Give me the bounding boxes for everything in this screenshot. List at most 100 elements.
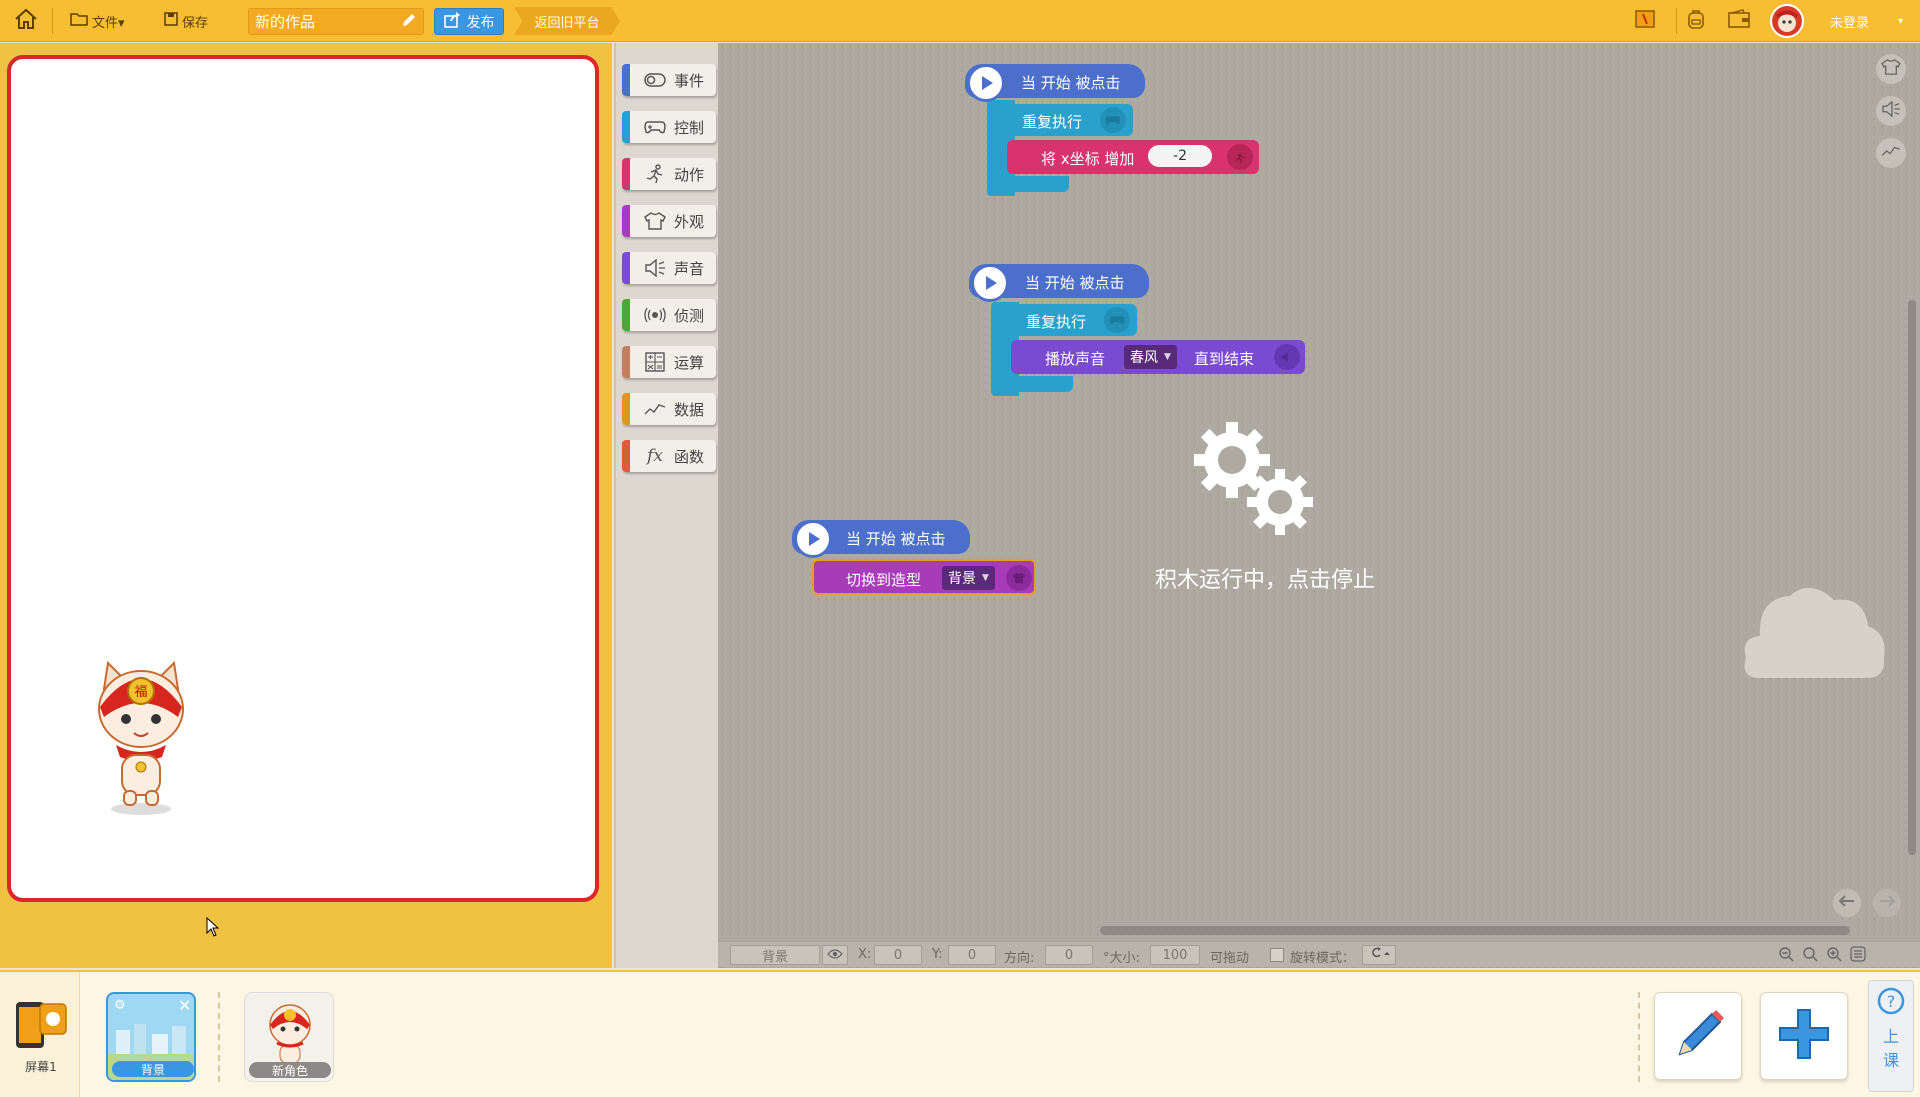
pencil-icon[interactable] xyxy=(401,12,417,32)
costume-dropdown[interactable]: 背景 ▼ xyxy=(942,566,995,590)
paint-new-sprite-button[interactable] xyxy=(1654,992,1742,1080)
data-tab-button[interactable] xyxy=(1876,138,1906,168)
loop-foot xyxy=(991,376,1073,392)
sensor-icon xyxy=(644,305,666,325)
lesson-button[interactable]: ? 上 课 xyxy=(1868,980,1914,1092)
close-icon[interactable]: ✕ xyxy=(178,996,191,1015)
sound-tab-button[interactable] xyxy=(1876,96,1906,126)
play-icon xyxy=(967,64,1005,102)
hat-label: 当 开始 被点击 xyxy=(1025,274,1125,292)
category-operators[interactable]: 运算 xyxy=(622,346,716,378)
redo-button[interactable] xyxy=(1872,888,1902,918)
file-menu[interactable]: 文件▾ xyxy=(70,0,125,42)
direction-input[interactable]: 0 xyxy=(1045,945,1093,965)
when-start-clicked-hat[interactable]: 当 开始 被点击 xyxy=(969,264,1149,302)
play-sound-until-done-block[interactable]: 播放声音 春风 ▼ 直到结束 xyxy=(1011,340,1305,374)
visibility-toggle[interactable] xyxy=(822,945,848,965)
search-icon xyxy=(1802,947,1818,966)
running-stop-message[interactable]: 积木运行中，点击停止 xyxy=(1140,562,1390,594)
zoom-reset-button[interactable] xyxy=(1802,946,1820,964)
backpack-icon xyxy=(1685,8,1707,34)
floppy-icon xyxy=(164,12,178,30)
block-category-palette: 事件 控制 动作 外观 声音 侦测 运算 数据 fx 函数 xyxy=(614,43,718,968)
zoom-in-button[interactable] xyxy=(1826,946,1844,964)
chevron-down-icon[interactable]: ▾ xyxy=(1898,0,1903,42)
sprite-name-field[interactable]: 背景 xyxy=(730,945,820,965)
category-motion[interactable]: 动作 xyxy=(622,158,716,190)
forever-loop-block[interactable]: 重复执行 xyxy=(987,104,1133,136)
home-button[interactable] xyxy=(8,0,44,42)
draggable-label: 可拖动 xyxy=(1210,951,1250,966)
wallet-button[interactable] xyxy=(1726,8,1752,34)
back-to-old-platform-button[interactable]: 返回旧平台 xyxy=(514,7,620,35)
project-title-input[interactable]: 新的作品 xyxy=(248,8,424,35)
direction-label: 方向: xyxy=(1004,951,1035,966)
chevron-down-icon: ▼ xyxy=(982,573,989,583)
sprite-properties-bar: 背景 X: 0 Y: 0 方向: 0 °大小: 100 可拖动 旋转模式： xyxy=(718,941,1920,967)
wallet-icon xyxy=(1727,8,1751,34)
size-input[interactable]: 100 xyxy=(1150,945,1200,965)
publish-button[interactable]: 发布 xyxy=(434,8,504,35)
category-control[interactable]: 控制 xyxy=(622,111,716,143)
login-status[interactable]: 未登录 xyxy=(1830,0,1869,42)
stage-canvas[interactable]: 福 xyxy=(7,55,599,902)
user-avatar[interactable] xyxy=(1770,4,1804,38)
project-title-value: 新的作品 xyxy=(255,13,316,31)
category-looks[interactable]: 外观 xyxy=(622,205,716,237)
category-events[interactable]: 事件 xyxy=(622,64,716,96)
share-icon xyxy=(443,11,462,32)
svg-text:福: 福 xyxy=(134,685,147,700)
category-functions[interactable]: fx 函数 xyxy=(622,440,716,472)
when-start-clicked-hat[interactable]: 当 开始 被点击 xyxy=(965,64,1145,102)
costume-dropdown-value: 背景 xyxy=(948,571,976,587)
stage-panel: 福 停止 xyxy=(0,43,612,1010)
sprite-card-cat[interactable]: 新角色 xyxy=(244,992,334,1082)
sprite-name: 新角色 xyxy=(249,1062,331,1078)
rotation-mode-dropdown[interactable] xyxy=(1362,945,1396,965)
sound-dropdown[interactable]: 春风 ▼ xyxy=(1124,345,1177,369)
category-data[interactable]: 数据 xyxy=(622,393,716,425)
horizontal-scrollbar[interactable] xyxy=(1100,926,1850,935)
menu-button[interactable] xyxy=(1850,946,1868,964)
ide-tool-button[interactable] xyxy=(1632,8,1658,34)
category-color-bar xyxy=(622,158,630,190)
cloud-icon[interactable] xyxy=(1738,578,1888,688)
shirt-icon xyxy=(1881,59,1901,79)
when-start-clicked-hat[interactable]: 当 开始 被点击 xyxy=(792,520,970,558)
gamepad-icon xyxy=(1104,307,1130,333)
draggable-checkbox[interactable] xyxy=(1270,948,1284,962)
gear-icon[interactable]: ⚙ xyxy=(114,998,126,1013)
divider xyxy=(218,992,220,1082)
y-input[interactable]: 0 xyxy=(948,945,996,965)
backpack-button[interactable] xyxy=(1683,8,1709,34)
gamepad-icon xyxy=(644,117,666,137)
category-label: 声音 xyxy=(674,260,705,278)
costume-tab-button[interactable] xyxy=(1876,54,1906,84)
switch-costume-label: 切换到造型 xyxy=(846,571,922,589)
vertical-scrollbar[interactable] xyxy=(1908,300,1916,855)
x-change-input[interactable]: -2 xyxy=(1148,145,1212,167)
separator xyxy=(1676,8,1677,34)
save-button[interactable]: 保存 xyxy=(164,0,208,42)
category-label: 外观 xyxy=(674,213,705,231)
redo-icon xyxy=(1879,894,1896,912)
screen-thumbnail[interactable] xyxy=(14,998,70,1054)
switch-costume-block[interactable]: 切换到造型 背景 ▼ xyxy=(812,559,1036,595)
sprite-card-background[interactable]: ⚙ ✕ 背景 xyxy=(106,992,196,1082)
rotation-mode-label: 旋转模式： xyxy=(1290,951,1356,966)
pencil-icon xyxy=(1668,1004,1728,1068)
cat-sprite[interactable]: 福 xyxy=(86,659,196,819)
x-input[interactable]: 0 xyxy=(874,945,922,965)
category-sensing[interactable]: 侦测 xyxy=(622,299,716,331)
change-x-block[interactable]: 将 x坐标 增加 -2 xyxy=(1007,140,1259,174)
forever-loop-block[interactable]: 重复执行 xyxy=(991,304,1137,336)
zoom-out-button[interactable] xyxy=(1778,946,1796,964)
category-label: 控制 xyxy=(674,119,705,137)
category-label: 函数 xyxy=(674,448,705,466)
undo-button[interactable] xyxy=(1832,888,1862,918)
category-sound[interactable]: 声音 xyxy=(622,252,716,284)
add-sprite-button[interactable] xyxy=(1760,992,1848,1080)
sprite-name: 背景 xyxy=(112,1061,194,1077)
shirt-icon xyxy=(644,211,666,231)
loop-label: 重复执行 xyxy=(1022,113,1083,131)
